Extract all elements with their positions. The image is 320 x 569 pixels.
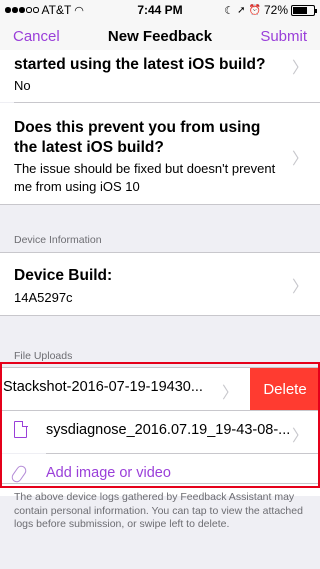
separator bbox=[0, 483, 320, 484]
alarm-icon: ⏰ bbox=[248, 4, 261, 16]
chevron-right-icon: 〉 bbox=[221, 383, 238, 402]
question-cell-latest-build[interactable]: started using the latest iOS build? No 〉 bbox=[0, 50, 320, 102]
question-label: started using the latest iOS build? bbox=[14, 56, 266, 73]
device-build-cell[interactable]: Device Build: 14A5297c 〉 bbox=[0, 253, 320, 315]
chevron-right-icon: 〉 bbox=[291, 426, 308, 445]
battery-icon bbox=[291, 4, 317, 16]
moon-icon: ☾ bbox=[224, 4, 235, 17]
section-header-file-uploads: File Uploads bbox=[14, 350, 73, 362]
status-bar: AT&T ◠ 7:44 PM ☾ ➚ ⏰ 72% bbox=[0, 0, 320, 20]
device-build-value: 14A5297c bbox=[14, 290, 73, 305]
footer-note: The above device logs gathered by Feedba… bbox=[14, 491, 303, 530]
section-header-device-information: Device Information bbox=[14, 234, 102, 246]
battery-fill bbox=[293, 6, 308, 14]
add-image-row[interactable]: Add image or video bbox=[0, 454, 320, 496]
answer-value: The issue should be fixed but doesn't pr… bbox=[14, 161, 276, 194]
location-icon: ➚ bbox=[237, 4, 246, 16]
chevron-right-icon: 〉 bbox=[291, 149, 308, 168]
file-name: sysdiagnose_2016.07.19_19-43-08-... bbox=[46, 422, 291, 438]
battery-percent: 72% bbox=[263, 3, 288, 17]
chevron-right-icon: 〉 bbox=[291, 58, 308, 77]
question-label: Does this prevent you from using the lat… bbox=[14, 119, 261, 156]
separator bbox=[0, 204, 320, 205]
file-row-stackshot[interactable]: Stackshot-2016-07-19-19430... 〉 Delete bbox=[0, 368, 320, 410]
separator bbox=[0, 315, 320, 316]
status-right: ☾ ➚ ⏰ 72% bbox=[224, 3, 317, 17]
submit-button[interactable]: Submit bbox=[260, 28, 307, 45]
chevron-right-icon: 〉 bbox=[291, 277, 308, 296]
file-row-sysdiagnose[interactable]: sysdiagnose_2016.07.19_19-43-08-... 〉 bbox=[0, 411, 320, 453]
delete-button[interactable]: Delete bbox=[250, 368, 320, 410]
paperclip-icon bbox=[9, 463, 29, 485]
document-icon bbox=[14, 420, 28, 438]
device-build-label: Device Build: bbox=[14, 267, 113, 284]
answer-value: No bbox=[14, 78, 31, 93]
add-image-button[interactable]: Add image or video bbox=[46, 465, 171, 481]
file-name: Stackshot-2016-07-19-19430... bbox=[3, 379, 203, 395]
question-cell-prevent-usage[interactable]: Does this prevent you from using the lat… bbox=[0, 103, 320, 204]
